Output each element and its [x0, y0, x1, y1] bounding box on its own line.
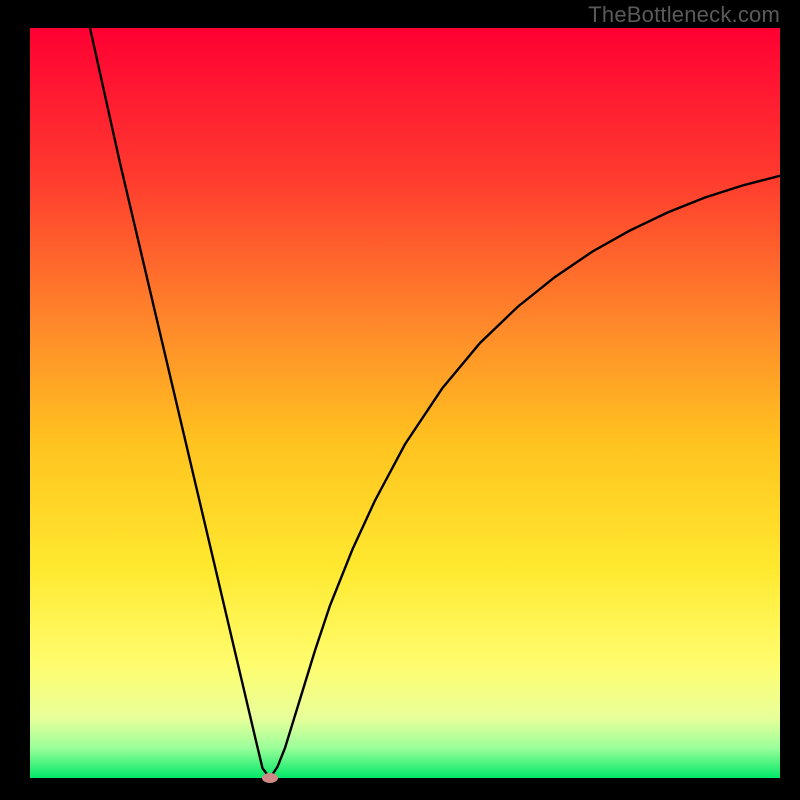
chart-frame: TheBottleneck.com: [0, 0, 800, 800]
watermark-text: TheBottleneck.com: [588, 2, 780, 28]
chart-svg: [30, 28, 780, 778]
plot-area: [30, 28, 780, 778]
optimum-marker: [262, 773, 278, 783]
gradient-background: [30, 28, 780, 778]
